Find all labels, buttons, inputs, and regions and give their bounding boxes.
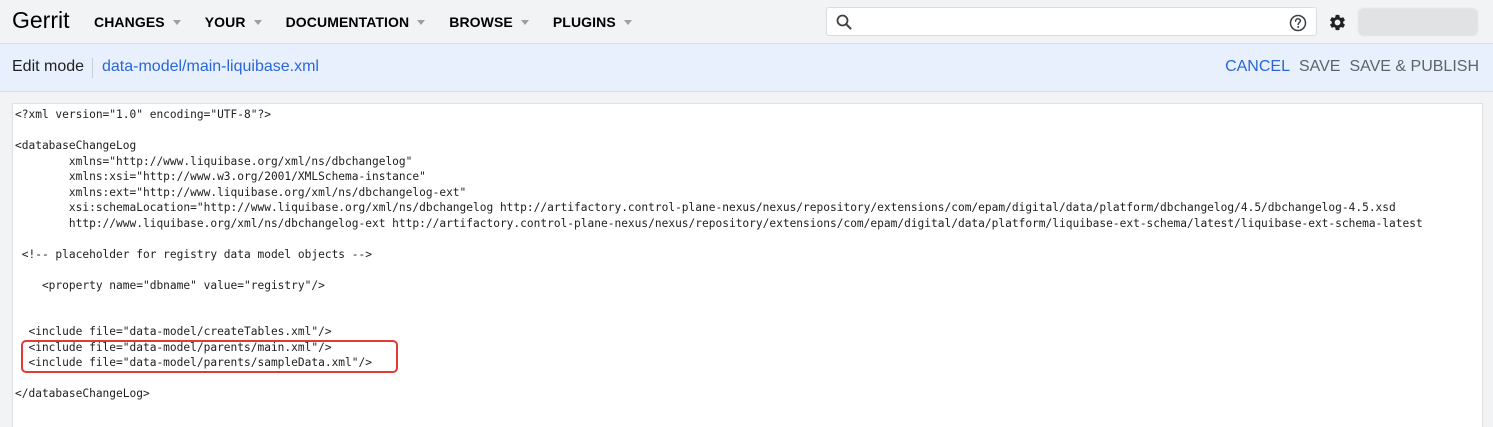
chevron-down-icon xyxy=(520,19,529,25)
search-input[interactable] xyxy=(859,11,1283,34)
nav-your-label: YOUR xyxy=(204,14,246,30)
save-and-publish-button[interactable]: SAVE & PUBLISH xyxy=(1349,58,1479,76)
code-line[interactable]: xmlns:xsi="http://www.w3.org/2001/XMLSch… xyxy=(15,169,426,184)
account-avatar[interactable] xyxy=(1358,8,1478,36)
top-header: Gerrit CHANGES YOUR DOCUMENTATION BROWSE… xyxy=(0,0,1493,44)
code-editor[interactable]: <?xml version="1.0" encoding="UTF-8"?> <… xyxy=(12,103,1483,427)
chevron-down-icon xyxy=(417,19,426,25)
divider xyxy=(92,58,93,78)
code-line[interactable]: <property name="dbname" value="registry"… xyxy=(15,278,325,293)
nav-plugins[interactable]: PLUGINS xyxy=(541,14,644,30)
search-icon[interactable] xyxy=(836,14,852,30)
code-line[interactable]: <?xml version="1.0" encoding="UTF-8"?> xyxy=(15,107,271,122)
gerrit-logo[interactable]: Gerrit xyxy=(12,7,70,34)
code-line[interactable]: xmlns="http://www.liquibase.org/xml/ns/d… xyxy=(15,154,413,169)
chevron-down-icon xyxy=(172,19,181,25)
code-line[interactable]: <include file="data-model/createTables.x… xyxy=(15,324,331,339)
main-nav: CHANGES YOUR DOCUMENTATION BROWSE PLUGIN… xyxy=(82,0,644,44)
cancel-button[interactable]: CANCEL xyxy=(1225,58,1290,76)
edit-mode-label: Edit mode xyxy=(12,58,85,75)
highlight-box xyxy=(21,340,398,373)
search-box xyxy=(826,7,1317,36)
nav-browse-label: BROWSE xyxy=(449,14,513,30)
nav-changes-label: CHANGES xyxy=(94,14,165,30)
edit-actions: CANCEL SAVE SAVE & PUBLISH xyxy=(1225,58,1479,76)
code-line[interactable]: <databaseChangeLog xyxy=(15,138,136,153)
nav-plugins-label: PLUGINS xyxy=(552,14,616,30)
file-path-link[interactable]: data-model/main-liquibase.xml xyxy=(102,58,319,76)
code-line[interactable]: <!-- placeholder for registry data model… xyxy=(15,247,372,262)
nav-documentation[interactable]: DOCUMENTATION xyxy=(274,14,438,30)
save-button[interactable]: SAVE xyxy=(1299,58,1341,76)
nav-documentation-label: DOCUMENTATION xyxy=(285,14,410,30)
help-icon[interactable] xyxy=(1289,14,1307,32)
code-line[interactable]: </databaseChangeLog> xyxy=(15,386,150,401)
nav-browse[interactable]: BROWSE xyxy=(437,14,541,30)
chevron-down-icon xyxy=(253,19,262,25)
edit-mode-bar: Edit mode data-model/main-liquibase.xml … xyxy=(0,44,1493,92)
code-line[interactable]: xmlns:ext="http://www.liquibase.org/xml/… xyxy=(15,185,466,200)
nav-changes[interactable]: CHANGES xyxy=(82,14,193,30)
code-line[interactable]: http://www.liquibase.org/xml/ns/dbchange… xyxy=(15,216,1423,231)
gear-icon[interactable] xyxy=(1328,13,1347,32)
code-line[interactable]: xsi:schemaLocation="http://www.liquibase… xyxy=(15,200,1396,215)
nav-your[interactable]: YOUR xyxy=(193,14,274,30)
chevron-down-icon xyxy=(623,19,632,25)
